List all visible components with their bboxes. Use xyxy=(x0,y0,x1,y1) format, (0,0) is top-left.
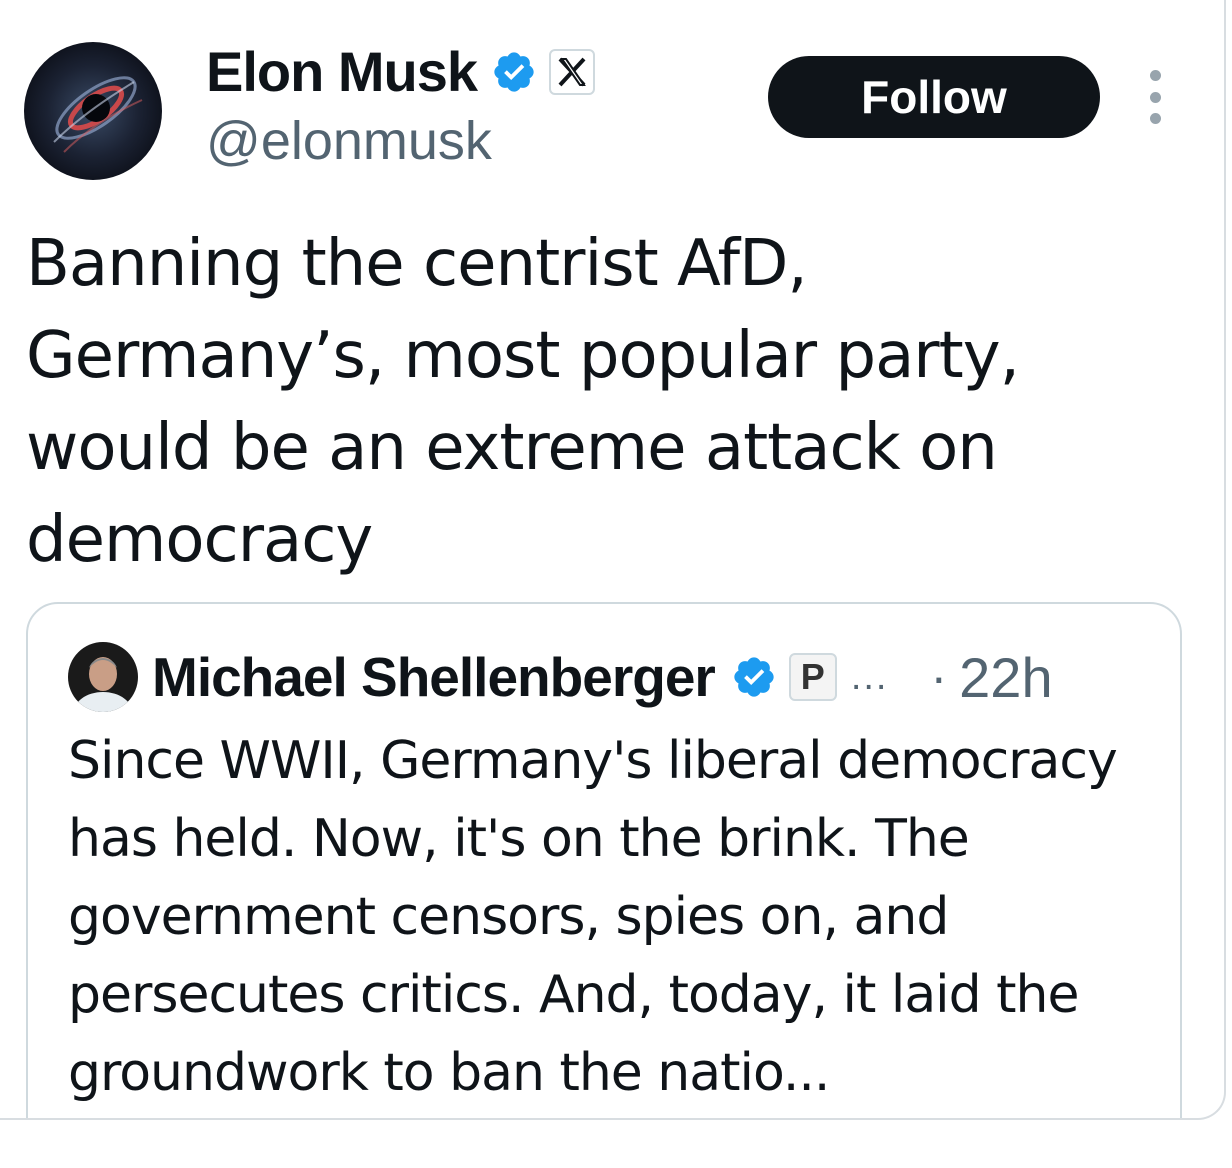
name-truncation: ... xyxy=(850,655,889,698)
author-handle[interactable]: @elonmusk xyxy=(206,110,492,172)
avatar-image xyxy=(24,42,162,180)
x-logo-glyph xyxy=(558,57,586,87)
verified-badge-icon xyxy=(734,657,774,697)
affiliation-badge-icon[interactable]: P xyxy=(788,653,837,701)
quoted-tweet-text: Since WWII, Germany's liberal democracy … xyxy=(68,731,1118,1103)
dot-separator: · xyxy=(930,649,948,705)
quoted-author-avatar[interactable] xyxy=(68,642,138,712)
more-dot xyxy=(1149,113,1161,124)
quoted-display-name[interactable]: Michael Shellenberger xyxy=(152,645,716,709)
tweet-card: Elon Musk @elonmusk Follow Banning the c… xyxy=(0,0,1226,1120)
more-dot xyxy=(1149,91,1161,103)
author-display-name[interactable]: Elon Musk xyxy=(206,40,478,104)
quoted-header: Michael Shellenberger P ... · 22h xyxy=(152,642,1053,712)
quoted-timestamp[interactable]: 22h xyxy=(959,645,1052,710)
quoted-tweet[interactable]: Michael Shellenberger P ... · 22h Since … xyxy=(26,602,1182,1118)
author-name-row: Elon Musk xyxy=(206,40,596,104)
x-logo-icon[interactable] xyxy=(549,49,596,95)
tweet-text: Banning the centrist AfD, Germany’s, mos… xyxy=(26,227,1020,577)
more-dot xyxy=(1149,70,1161,81)
follow-button[interactable]: Follow xyxy=(768,56,1100,138)
author-avatar[interactable] xyxy=(24,42,162,180)
verified-badge-icon xyxy=(494,52,534,92)
quoted-avatar-image xyxy=(68,642,138,712)
more-options-icon[interactable] xyxy=(1138,70,1172,124)
